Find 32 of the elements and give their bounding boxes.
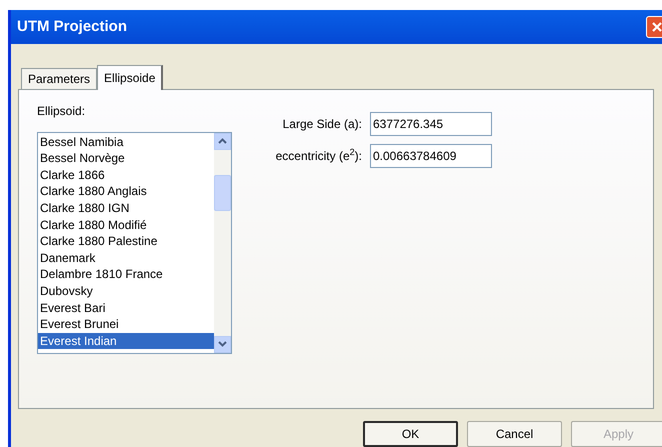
list-item[interactable]: Clarke 1866 bbox=[38, 166, 214, 184]
list-item[interactable]: Dubovsky bbox=[38, 282, 214, 300]
dialog-button[interactable]: OK bbox=[363, 421, 458, 447]
list-item[interactable]: Delambre 1810 France bbox=[38, 266, 214, 283]
down-caret-icon bbox=[218, 341, 227, 348]
window-title: UTM Projection bbox=[17, 16, 128, 37]
list-item[interactable]: Danemark bbox=[38, 250, 214, 266]
scroll-thumb[interactable] bbox=[214, 174, 231, 211]
list-item[interactable]: Everest Bari bbox=[38, 300, 214, 316]
list-item[interactable]: Clarke 1880 Palestine bbox=[38, 233, 214, 250]
list-item[interactable]: Bessel Namibia bbox=[38, 134, 214, 150]
scroll-down-button[interactable] bbox=[214, 336, 231, 353]
dialog-button[interactable]: Cancel bbox=[467, 421, 562, 447]
list-item[interactable]: Clarke 1880 IGN bbox=[38, 200, 214, 217]
tab[interactable]: Ellipsoide bbox=[97, 64, 164, 90]
scroll-up-button[interactable] bbox=[214, 132, 231, 150]
list-item[interactable]: Bessel Norvège bbox=[38, 150, 214, 167]
field-label: eccentricity (e$^{2}$): bbox=[274, 146, 363, 165]
list-item[interactable]: Clarke 1880 Modifié bbox=[38, 216, 214, 234]
list-item[interactable]: Clarke 1880 Anglais bbox=[38, 183, 214, 200]
up-caret-icon bbox=[218, 138, 227, 144]
input-field[interactable]: 0.00663784609 bbox=[370, 144, 492, 168]
scrollbar[interactable] bbox=[214, 132, 231, 353]
tab[interactable]: Parameters bbox=[21, 68, 98, 89]
list-item[interactable]: Everest Indian bbox=[38, 332, 214, 350]
close-button[interactable] bbox=[646, 16, 662, 38]
ellipsoid-label: Ellipsoid: bbox=[37, 102, 86, 120]
input-field[interactable]: 6377276.345 bbox=[370, 112, 492, 136]
close-icon bbox=[651, 20, 662, 33]
list-item[interactable]: Everest Brunei bbox=[38, 316, 214, 333]
ellipsoid-list[interactable] bbox=[37, 132, 232, 354]
field-label: Large Side (a): bbox=[282, 116, 363, 133]
